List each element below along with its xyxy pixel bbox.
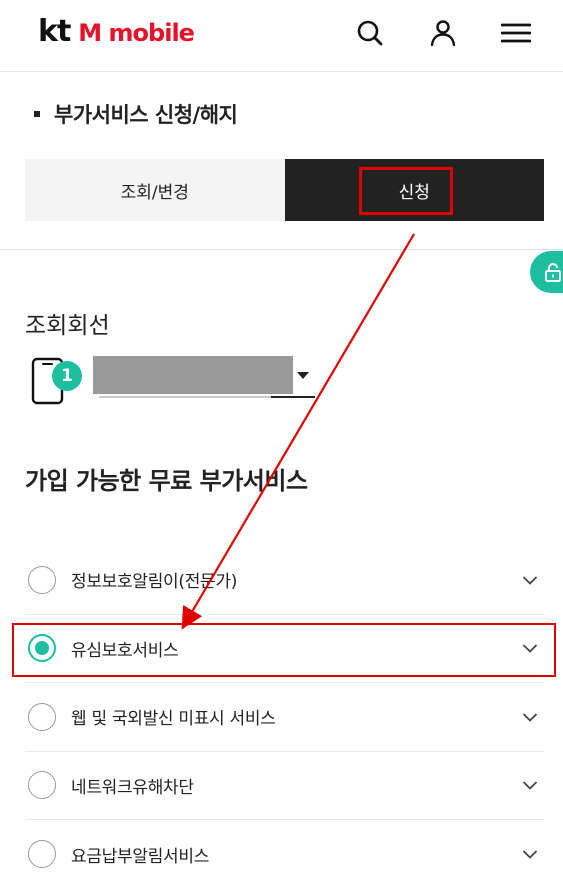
logo-mobile-text: M mobile <box>78 19 195 47</box>
chevron-down-icon[interactable] <box>522 640 538 656</box>
search-icon[interactable] <box>353 16 387 50</box>
service-item-payment-alert[interactable]: 요금납부알림서비스 <box>25 820 544 878</box>
top-header: kt M mobile <box>0 0 563 72</box>
security-lock-button[interactable] <box>530 251 563 293</box>
service-radio[interactable] <box>28 702 56 731</box>
section-divider <box>0 249 563 250</box>
service-name: 네트워크유해차단 <box>71 777 194 798</box>
dropdown-arrow-icon <box>297 372 309 379</box>
user-icon[interactable] <box>426 16 460 50</box>
tab-apply-highlight-box <box>358 167 453 215</box>
chevron-down-icon[interactable] <box>522 777 538 793</box>
line-select-value-masked <box>93 356 293 394</box>
title-bullet-icon <box>34 111 40 117</box>
tab-bar: 조회/변경 신청 <box>25 159 544 221</box>
service-item-network-block[interactable]: 네트워크유해차단 <box>25 752 544 820</box>
service-item-web-intl-hide[interactable]: 웹 및 국외발신 미표시 서비스 <box>25 683 544 752</box>
select-underline <box>99 396 271 398</box>
service-radio[interactable] <box>28 565 56 594</box>
kt-m-mobile-logo[interactable]: kt M mobile <box>38 14 195 54</box>
line-select-dropdown[interactable] <box>93 356 315 398</box>
service-item-info-protection[interactable]: 정보보호알림이(전문가) <box>25 546 544 615</box>
select-underline-active <box>271 396 315 398</box>
logo-kt-text: kt <box>38 14 71 49</box>
lookup-line-label: 조회회선 <box>25 313 110 339</box>
chevron-down-icon[interactable] <box>522 846 538 862</box>
service-name: 유심보호서비스 <box>71 640 179 661</box>
service-radio[interactable] <box>28 771 56 800</box>
service-list: 정보보호알림이(전문가) 유심보호서비스 웹 및 국외발신 미표시 서비스 네트… <box>25 546 544 878</box>
service-name: 정보보호알림이(전문가) <box>71 572 238 593</box>
service-name: 웹 및 국외발신 미표시 서비스 <box>71 709 276 730</box>
lock-icon <box>545 263 561 282</box>
service-item-usim-protection[interactable]: 유심보호서비스 <box>25 615 544 683</box>
chevron-down-icon[interactable] <box>522 572 538 588</box>
free-services-title: 가입 가능한 무료 부가서비스 <box>25 467 308 495</box>
service-radio[interactable] <box>28 840 56 869</box>
tab-apply[interactable]: 신청 <box>284 159 544 221</box>
menu-icon[interactable] <box>499 16 533 50</box>
line-count-badge: 1 <box>52 361 82 391</box>
tab-lookup-change-label: 조회/변경 <box>120 182 189 203</box>
chevron-down-icon[interactable] <box>522 709 538 725</box>
service-radio-selected[interactable] <box>28 634 56 663</box>
service-name: 요금납부알림서비스 <box>71 846 210 867</box>
page-title-row: 부가서비스 신청/해지 <box>34 96 238 132</box>
tab-lookup-change[interactable]: 조회/변경 <box>25 159 285 221</box>
page-title: 부가서비스 신청/해지 <box>54 103 238 127</box>
